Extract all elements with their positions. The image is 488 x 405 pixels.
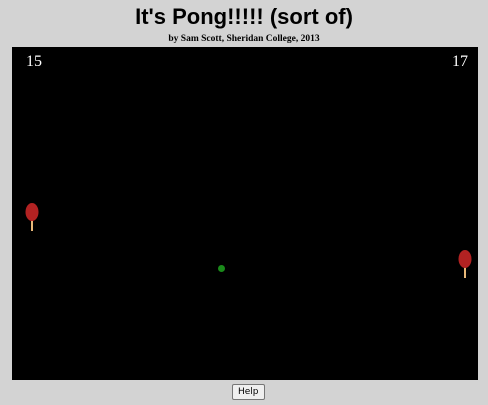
page-title: It's Pong!!!!! (sort of) xyxy=(135,4,353,29)
help-button[interactable]: Help xyxy=(232,384,265,400)
left-paddle-icon xyxy=(25,203,39,231)
right-player-score: 17 xyxy=(452,53,468,70)
ball-icon xyxy=(218,265,225,272)
left-player-score: 15 xyxy=(26,53,42,70)
right-paddle-icon xyxy=(458,250,472,278)
author-byline: by Sam Scott, Sheridan College, 2013 xyxy=(168,34,320,44)
game-court[interactable]: 15 17 xyxy=(12,47,478,380)
